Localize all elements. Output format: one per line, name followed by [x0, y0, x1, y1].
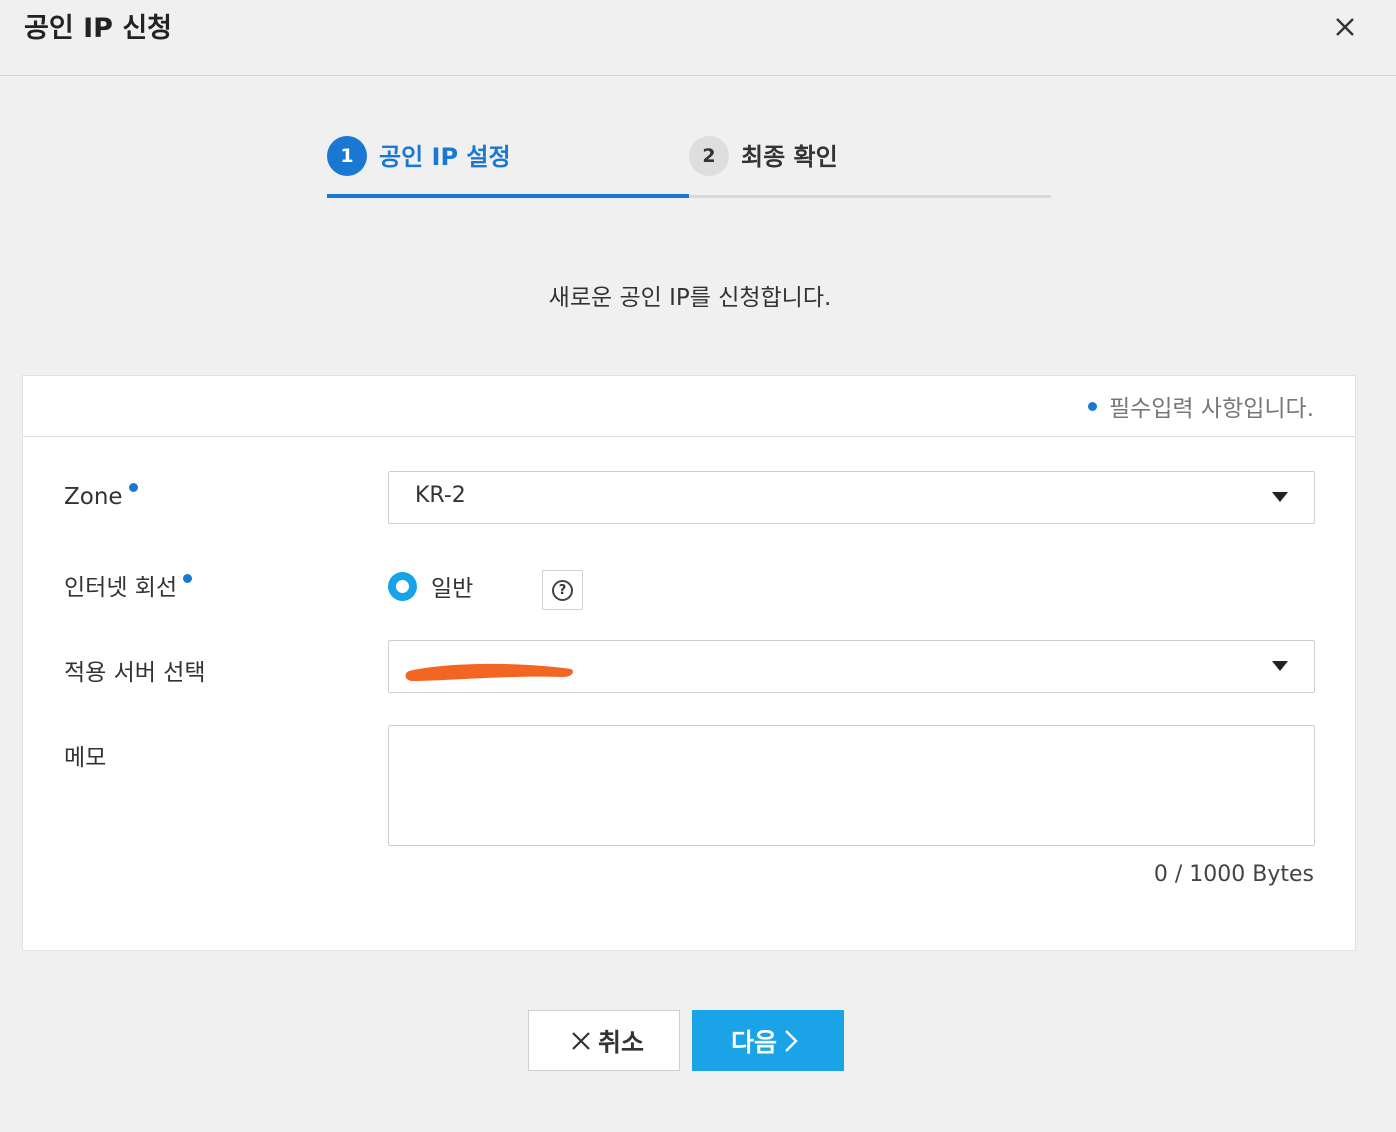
- step-2-progress-bar: [689, 195, 1051, 198]
- required-dot-icon: [183, 574, 193, 583]
- internet-line-label: 인터넷 회선: [64, 568, 193, 602]
- required-dot-icon: [128, 483, 138, 492]
- chevron-right-icon: [785, 1029, 798, 1052]
- dialog-header: 공인 IP 신청: [0, 0, 1396, 76]
- close-icon: [1336, 18, 1354, 36]
- stepper: 1 공인 IP 설정 2 최종 확인: [327, 136, 1051, 198]
- zone-label-text: Zone: [64, 484, 123, 510]
- close-button[interactable]: [1328, 12, 1362, 46]
- intro-text: 새로운 공인 IP를 신청합니다.: [548, 285, 832, 311]
- zone-select[interactable]: KR-2: [388, 471, 1315, 524]
- next-button[interactable]: 다음: [692, 1010, 844, 1071]
- next-button-label: 다음: [730, 1027, 777, 1057]
- dialog-title: 공인 IP 신청: [24, 13, 172, 44]
- memo-label: 메모: [64, 745, 107, 771]
- step-2: 2 최종 확인: [689, 136, 1051, 198]
- step-1-label: 공인 IP 설정: [379, 143, 511, 171]
- required-dot-icon: [1087, 401, 1097, 411]
- required-note-text: 필수입력 사항입니다.: [1108, 396, 1314, 422]
- caret-down-icon: [1272, 492, 1288, 502]
- memo-byte-counter: 0 / 1000 Bytes: [1153, 862, 1314, 887]
- help-button[interactable]: ?: [542, 570, 583, 610]
- cancel-button-label: 취소: [597, 1027, 644, 1057]
- caret-down-icon: [1272, 661, 1288, 671]
- zone-label: Zone: [64, 483, 138, 510]
- question-circle-icon: ?: [552, 579, 573, 601]
- radio-label: 일반: [431, 576, 474, 602]
- close-icon: [572, 1031, 590, 1050]
- redaction-mark: [405, 663, 573, 681]
- target-server-label: 적용 서버 선택: [64, 660, 206, 686]
- required-note: 필수입력 사항입니다.: [1087, 389, 1314, 423]
- cancel-button[interactable]: 취소: [528, 1010, 680, 1071]
- target-server-select[interactable]: [388, 640, 1315, 693]
- internet-line-label-text: 인터넷 회선: [64, 575, 178, 601]
- form-card: 필수입력 사항입니다. Zone KR-2 인터넷 회선 일반 ? 적용 서버 …: [22, 375, 1356, 951]
- form-card-header: 필수입력 사항입니다.: [23, 376, 1355, 437]
- step-1: 1 공인 IP 설정: [327, 136, 689, 198]
- step-2-label: 최종 확인: [741, 143, 838, 171]
- internet-line-radio-general[interactable]: 일반: [388, 569, 473, 603]
- step-1-number: 1: [327, 136, 367, 176]
- radio-selected-icon[interactable]: [388, 571, 417, 601]
- step-1-progress-bar: [327, 194, 689, 198]
- memo-textarea[interactable]: [388, 725, 1315, 846]
- step-2-number: 2: [689, 136, 729, 176]
- zone-select-value: KR-2: [415, 483, 466, 508]
